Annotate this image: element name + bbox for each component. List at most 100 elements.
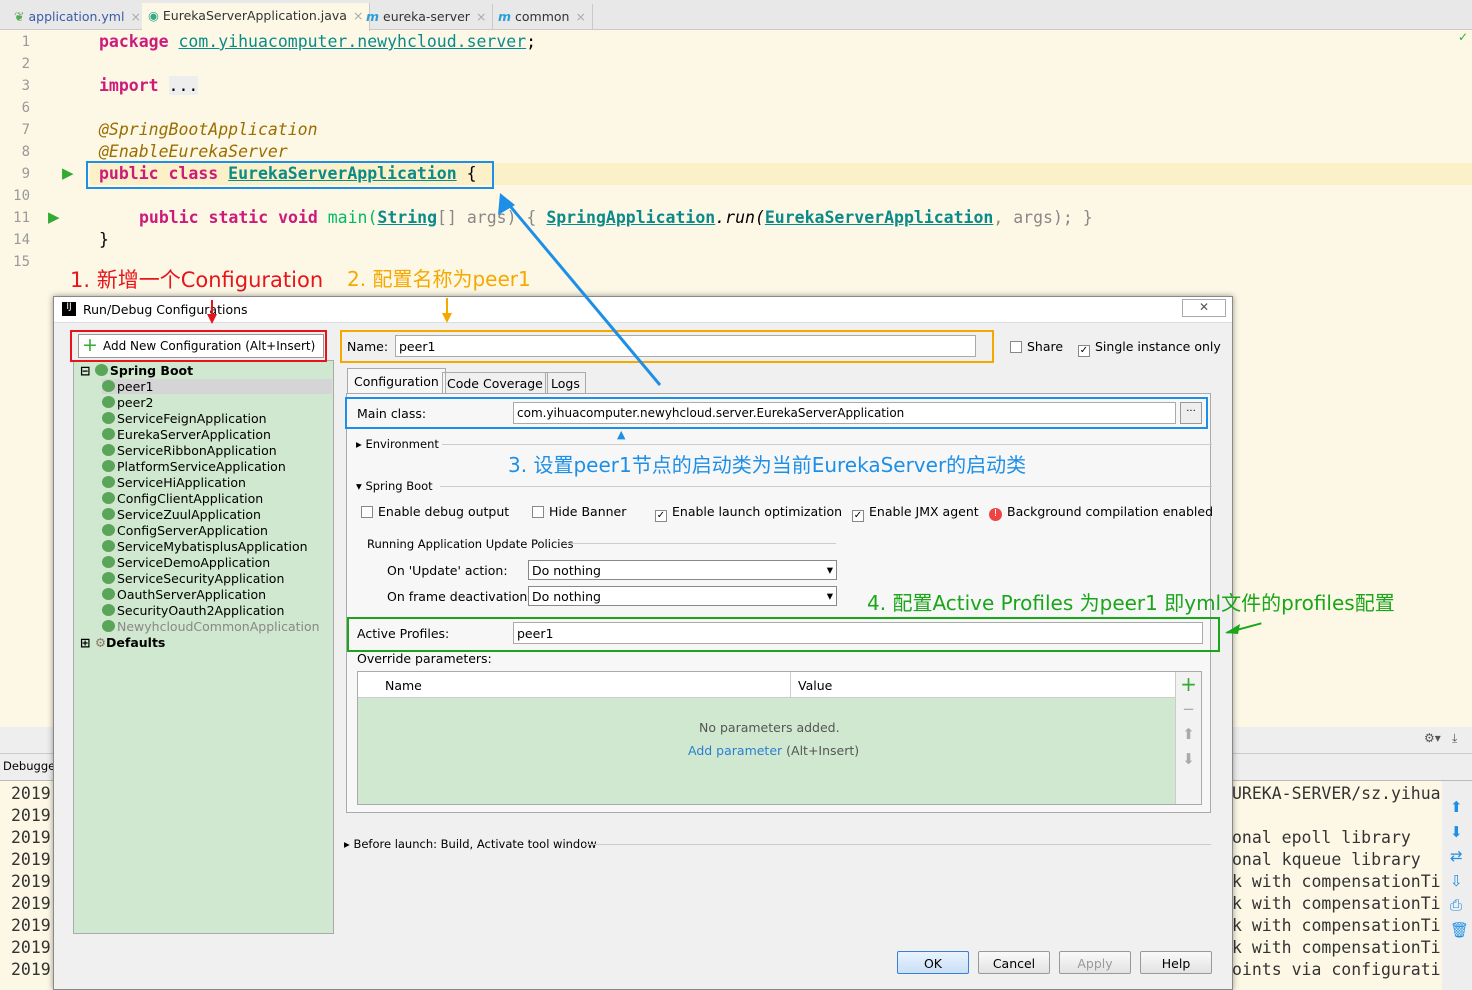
console-line: k with compensationTi — [1232, 894, 1441, 913]
help-button[interactable]: Help — [1140, 951, 1212, 974]
tab-application-yml[interactable]: ❦ application.yml × — [8, 4, 148, 30]
tree-item[interactable]: OauthServerApplication — [102, 587, 266, 602]
tree-item[interactable]: PlatformServiceApplication — [102, 459, 286, 474]
tree-item[interactable]: peer1 — [102, 379, 332, 394]
on-update-select[interactable]: Do nothing — [528, 560, 837, 580]
spring-boot-icon — [102, 556, 115, 568]
tab-eureka-server[interactable]: m eureka-server × — [360, 4, 494, 30]
trash-icon[interactable]: 🗑 — [1450, 918, 1469, 943]
close-icon[interactable]: × — [130, 9, 140, 24]
on-update-label: On 'Update' action: — [387, 563, 508, 578]
tree-item[interactable]: ConfigServerApplication — [102, 523, 268, 538]
close-icon[interactable]: × — [575, 9, 585, 24]
tab-eureka-server-application[interactable]: ◉ EurekaServerApplication.java × — [142, 3, 371, 31]
module-icon: m — [366, 9, 380, 24]
up-arrow-icon[interactable]: ⬆ — [1450, 795, 1469, 820]
spring-boot-section[interactable]: ▾ Spring Boot — [356, 479, 433, 493]
tab-configuration[interactable]: Configuration — [347, 368, 446, 394]
console-toolbar: ⬆ ⬇ ⇄ ⇩ ⎙ 🗑 — [1450, 795, 1469, 942]
annotation-box-2 — [340, 330, 994, 363]
line-number: 9 — [21, 166, 30, 182]
tree-item[interactable]: ServiceMybatisplusApplication — [102, 539, 308, 554]
check-icon: ✓ — [1458, 30, 1469, 44]
tab-common[interactable]: m common × — [492, 4, 593, 30]
tree-item[interactable]: ServiceZuulApplication — [102, 507, 261, 522]
tree-item[interactable]: ServiceFeignApplication — [102, 411, 267, 426]
dialog-titlebar: IJ Run/Debug Configurations ✕ — [54, 297, 1232, 323]
configuration-tree: ⊟ Spring Boot peer1 peer2 ServiceFeignAppl… — [73, 360, 334, 934]
soft-wrap-icon[interactable]: ⇄ — [1450, 844, 1469, 869]
launch-optimization-checkbox[interactable]: ✓ Enable launch optimization — [655, 504, 842, 522]
spring-boot-icon — [102, 604, 115, 616]
column-value: Value — [798, 678, 833, 693]
java-class-icon: ◉ — [148, 8, 159, 23]
add-param-icon[interactable]: + — [1176, 672, 1201, 697]
console-timestamp: 2019 — [11, 960, 51, 979]
tree-item[interactable]: ServiceSecurityApplication — [102, 571, 284, 586]
tree-item[interactable]: ServiceDemoApplication — [102, 555, 270, 570]
console-line: k with compensationTi — [1232, 916, 1441, 935]
tab-code-coverage[interactable]: Code Coverage — [442, 372, 548, 394]
annotation-4: 4. 配置Active Profiles 为peer1 即yml文件的profi… — [867, 591, 1395, 615]
spring-boot-icon — [102, 428, 115, 440]
line-number: 10 — [13, 188, 30, 204]
line-number: 2 — [21, 56, 30, 72]
console-timestamp: 2019 — [11, 850, 51, 869]
console-line: onal epoll library — [1232, 828, 1411, 847]
console-line: UREKA-SERVER/sz.yihua — [1232, 784, 1441, 803]
debug-output-checkbox[interactable]: Enable debug output — [361, 504, 509, 519]
annotation-arrow-3: ▲ — [617, 428, 626, 441]
spring-boot-icon — [102, 460, 115, 472]
empty-text: No parameters added. — [699, 720, 840, 735]
line-number: 1 — [21, 34, 30, 50]
console-timestamp: 2019 — [11, 894, 51, 913]
module-icon: m — [498, 9, 512, 24]
code-line-main: public static void main(String[] args) {… — [139, 208, 1093, 227]
move-down-icon[interactable]: ⬇ — [1176, 747, 1201, 772]
remove-param-icon[interactable]: − — [1176, 697, 1201, 722]
tree-item[interactable]: ServiceHiApplication — [102, 475, 246, 490]
environment-section[interactable]: ▸ Environment — [356, 437, 439, 451]
tree-item[interactable]: SecurityOauth2Application — [102, 603, 284, 618]
tree-item[interactable]: peer2 — [102, 395, 153, 410]
parameters-table: Name Value + − ⬆ ⬇ No parameters added. Add… — [357, 671, 1202, 805]
scroll-end-icon[interactable]: ⇩ — [1450, 869, 1469, 894]
move-up-icon[interactable]: ⬆ — [1176, 722, 1201, 747]
close-button[interactable]: ✕ — [1182, 299, 1226, 317]
debugger-tab[interactable]: Debugger — [3, 759, 60, 773]
on-frame-select[interactable]: Do nothing — [528, 586, 837, 606]
tree-defaults[interactable]: ⊞ ⚙Defaults — [80, 635, 165, 650]
tree-item[interactable]: ConfigClientApplication — [102, 491, 263, 506]
tree-item[interactable]: EurekaServerApplication — [102, 427, 271, 442]
print-icon[interactable]: ⎙ — [1450, 893, 1469, 918]
run-gutter-icon[interactable]: ▶ — [48, 208, 60, 226]
down-arrow-icon[interactable]: ⬇ — [1450, 820, 1469, 845]
tree-spring-boot[interactable]: ⊟ Spring Boot — [80, 363, 193, 378]
share-checkbox[interactable]: Share — [1010, 339, 1063, 354]
apply-button[interactable]: Apply — [1059, 951, 1131, 974]
tab-logs[interactable]: Logs — [545, 372, 586, 394]
hide-icon[interactable]: ⤓ — [1452, 731, 1457, 746]
annotation-1: 1. 新增一个Configuration — [70, 268, 324, 292]
hide-banner-checkbox[interactable]: Hide Banner — [532, 504, 626, 519]
spring-boot-icon — [102, 620, 115, 632]
tree-item[interactable]: ServiceRibbonApplication — [102, 443, 277, 458]
close-icon[interactable]: × — [476, 9, 486, 24]
line-number: 15 — [13, 254, 30, 270]
policies-label: Running Application Update Policies — [367, 537, 574, 551]
run-debug-dialog: IJ Run/Debug Configurations ✕ ⊟ Spring B… — [53, 296, 1395, 990]
spring-boot-icon — [102, 508, 115, 520]
console-timestamp: 2019 — [11, 806, 51, 825]
run-gutter-icon[interactable]: ▶ — [62, 164, 74, 182]
annotation-3: 3. 设置peer1节点的启动类为当前EurekaServer的启动类 — [508, 453, 1027, 477]
single-instance-checkbox[interactable]: ✓ Single instance only — [1078, 339, 1221, 357]
jmx-agent-checkbox[interactable]: ✓ Enable JMX agent — [852, 504, 979, 522]
gear-icon[interactable]: ⚙▾ — [1424, 731, 1441, 745]
cancel-button[interactable]: Cancel — [978, 951, 1050, 974]
tree-item[interactable]: NewyhcloudCommonApplication — [102, 619, 320, 634]
add-parameter-link[interactable]: Add parameter — [688, 743, 782, 758]
before-launch-section[interactable]: ▸ Before launch: Build, Activate tool wi… — [344, 837, 597, 851]
annotation-2: 2. 配置名称为peer1 — [347, 267, 531, 291]
ok-button[interactable]: OK — [897, 951, 969, 974]
annotation-box-3 — [345, 397, 1208, 429]
